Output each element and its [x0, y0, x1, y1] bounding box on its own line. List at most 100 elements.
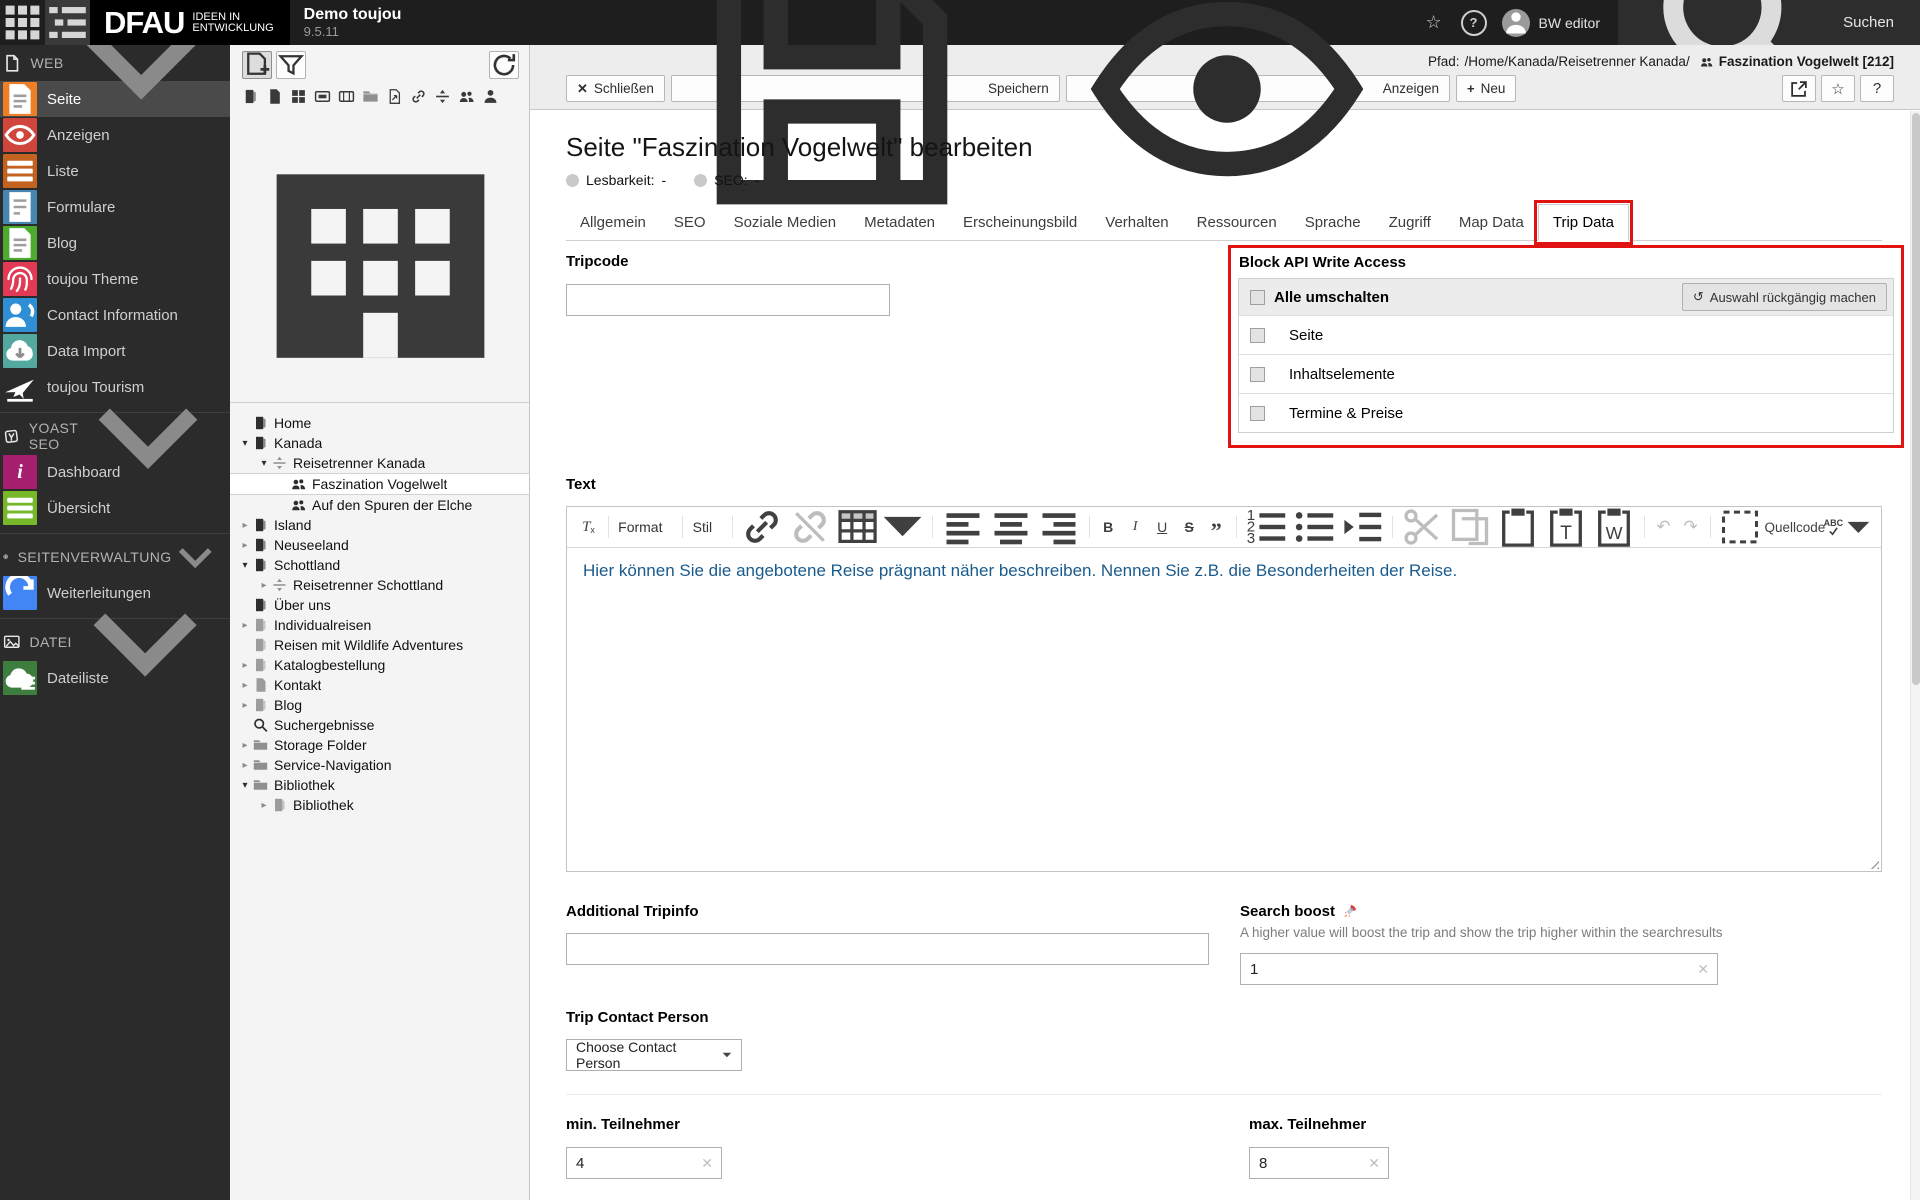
module-toujou-theme[interactable]: toujou Theme	[0, 261, 230, 297]
new-page-button[interactable]	[242, 51, 272, 79]
tree-node-home[interactable]: Home	[230, 413, 529, 433]
expand-toggle[interactable]: ▸	[238, 680, 252, 691]
expand-toggle[interactable]: ▸	[238, 740, 252, 751]
drag-link-icon[interactable]	[410, 88, 427, 105]
tree-node-individualreisen[interactable]: ▸ Individualreisen	[230, 615, 529, 635]
drag-users-icon[interactable]	[458, 88, 475, 105]
bookmark-button[interactable]: ☆	[1821, 75, 1855, 102]
module-contact-information[interactable]: Contact Information	[0, 297, 230, 333]
drag-backend-section-icon[interactable]	[314, 88, 331, 105]
strikethrough-button[interactable]: S	[1176, 514, 1203, 540]
module-data-import[interactable]: Data Import	[0, 333, 230, 369]
tree-node-ueber-uns[interactable]: Über uns	[230, 595, 529, 615]
view-button[interactable]: Anzeigen	[1065, 1, 1451, 176]
apps-grid-button[interactable]	[0, 0, 45, 45]
paste-button[interactable]	[1494, 508, 1542, 547]
collapse-toggle[interactable]: ▾	[257, 458, 271, 469]
tree-node-schottland[interactable]: ▾ Schottland	[230, 555, 529, 575]
tab-erscheinungsbild[interactable]: Erscheinungsbild	[949, 204, 1091, 240]
tree-node-reisen-mit-wildlife-adventures[interactable]: Reisen mit Wildlife Adventures	[230, 635, 529, 655]
collapse-toggle[interactable]: ▾	[238, 560, 252, 571]
show-blocks-button[interactable]	[1716, 510, 1764, 544]
tree-node-auf-den-spuren-der-elche[interactable]: Auf den Spuren der Elche	[230, 495, 529, 515]
copy-button[interactable]	[1446, 508, 1494, 546]
module-group-web[interactable]: WEB	[0, 45, 230, 100]
search-boost-input[interactable]	[1240, 953, 1718, 985]
drag-shortcut-icon[interactable]	[290, 88, 307, 105]
module-menu-toggle-button[interactable]	[45, 0, 90, 45]
refresh-tree-button[interactable]	[489, 51, 519, 79]
tree-node-service-navigation[interactable]: ▸ Service-Navigation	[230, 755, 529, 775]
drag-divider-icon[interactable]	[434, 88, 451, 105]
paste-as-text-button[interactable]: T	[1542, 508, 1590, 547]
clear-icon[interactable]: ✕	[1697, 961, 1709, 977]
undo-selection-button[interactable]: ↺ Auswahl rückgängig machen	[1681, 283, 1887, 311]
tree-node-bibliothek[interactable]: ▾ Bibliothek	[230, 775, 529, 795]
align-right-button[interactable]	[1035, 513, 1083, 545]
blockquote-button[interactable]: ”	[1203, 510, 1230, 544]
tree-node-reisetrenner-schottland[interactable]: ▸ Reisetrenner Schottland	[230, 575, 529, 595]
termine-preise-checkbox[interactable]	[1250, 405, 1265, 421]
tree-node-reisetrenner-kanada[interactable]: ▾ Reisetrenner Kanada	[230, 453, 529, 473]
drag-mountpoint-icon[interactable]	[338, 88, 355, 105]
expand-toggle[interactable]: ▸	[238, 540, 252, 551]
clear-icon[interactable]: ✕	[701, 1155, 713, 1171]
drag-person-icon[interactable]	[482, 88, 499, 105]
paste-from-word-button[interactable]: W	[1590, 508, 1638, 547]
italic-button[interactable]: I	[1122, 514, 1149, 540]
module-blog[interactable]: Blog	[0, 225, 230, 261]
doc-help-button[interactable]: ?	[1860, 75, 1894, 102]
tab-seo[interactable]: SEO	[660, 204, 720, 240]
inhaltselemente-checkbox[interactable]	[1250, 366, 1265, 382]
bookmark-star-button[interactable]: ☆	[1414, 0, 1454, 45]
cut-button[interactable]	[1398, 509, 1446, 545]
tree-node-storage-folder[interactable]: ▸ Storage Folder	[230, 735, 529, 755]
format-dropdown[interactable]: Format	[614, 514, 676, 540]
tab-verhalten[interactable]: Verhalten	[1091, 204, 1182, 240]
global-search[interactable]: Suchen	[1618, 0, 1920, 105]
min-teilnehmer-input[interactable]	[566, 1147, 722, 1179]
expand-toggle[interactable]: ▸	[238, 700, 252, 711]
align-left-button[interactable]	[939, 513, 987, 545]
module-group-yoast-seo[interactable]: YOAST SEO	[0, 408, 230, 470]
tab-map-data[interactable]: Map Data	[1445, 204, 1538, 240]
tree-node-blog[interactable]: ▸ Blog	[230, 695, 529, 715]
contact-person-select[interactable]: Choose Contact Person	[566, 1039, 742, 1071]
tree-node-bibliothek-child[interactable]: ▸ Bibliothek	[230, 795, 529, 815]
expand-toggle[interactable]: ▸	[257, 800, 271, 811]
open-in-new-window-button[interactable]	[1782, 75, 1816, 102]
help-button[interactable]: ?	[1454, 0, 1494, 45]
expand-toggle[interactable]: ▸	[257, 580, 271, 591]
link-button[interactable]	[738, 511, 786, 543]
remove-format-button[interactable]: Tx	[575, 514, 602, 540]
ordered-list-button[interactable]: 123	[1242, 507, 1290, 547]
new-button[interactable]: + Neu	[1456, 75, 1517, 102]
clear-icon[interactable]: ✕	[1368, 1155, 1380, 1171]
module-formulare[interactable]: Formulare	[0, 189, 230, 225]
tab-allgemein[interactable]: Allgemein	[566, 204, 660, 240]
drag-folder-icon[interactable]	[362, 88, 379, 105]
collapse-toggle[interactable]: ▾	[238, 780, 252, 791]
seite-checkbox[interactable]	[1250, 327, 1265, 343]
drag-plain-page-icon[interactable]	[266, 88, 283, 105]
drag-external-shortcut-icon[interactable]	[386, 88, 403, 105]
redo-button[interactable]: ↷	[1677, 514, 1704, 540]
drag-storage-icon[interactable]	[242, 112, 519, 394]
style-dropdown[interactable]: Stil	[689, 514, 726, 540]
scrollbar-thumb[interactable]	[1912, 113, 1920, 685]
main-scrollbar[interactable]	[1910, 111, 1920, 1200]
tree-node-faszination-vogelwelt[interactable]: Faszination Vogelwelt	[230, 473, 529, 495]
filter-button[interactable]	[276, 51, 306, 79]
expand-toggle[interactable]: ▸	[238, 620, 252, 631]
tab-soziale-medien[interactable]: Soziale Medien	[720, 204, 851, 240]
tree-node-neuseeland[interactable]: ▸ Neuseeland	[230, 535, 529, 555]
source-code-button[interactable]: Quellcode	[1764, 514, 1825, 540]
unordered-list-button[interactable]	[1290, 512, 1338, 542]
module-liste[interactable]: Liste	[0, 153, 230, 189]
expand-toggle[interactable]: ▸	[238, 660, 252, 671]
rte-content[interactable]: Hier können Sie die angebotene Reise prä…	[567, 548, 1881, 871]
expand-toggle[interactable]: ▸	[238, 760, 252, 771]
table-button[interactable]	[834, 510, 926, 544]
tree-node-suchergebnisse[interactable]: Suchergebnisse	[230, 715, 529, 735]
expand-toggle[interactable]: ▸	[238, 520, 252, 531]
